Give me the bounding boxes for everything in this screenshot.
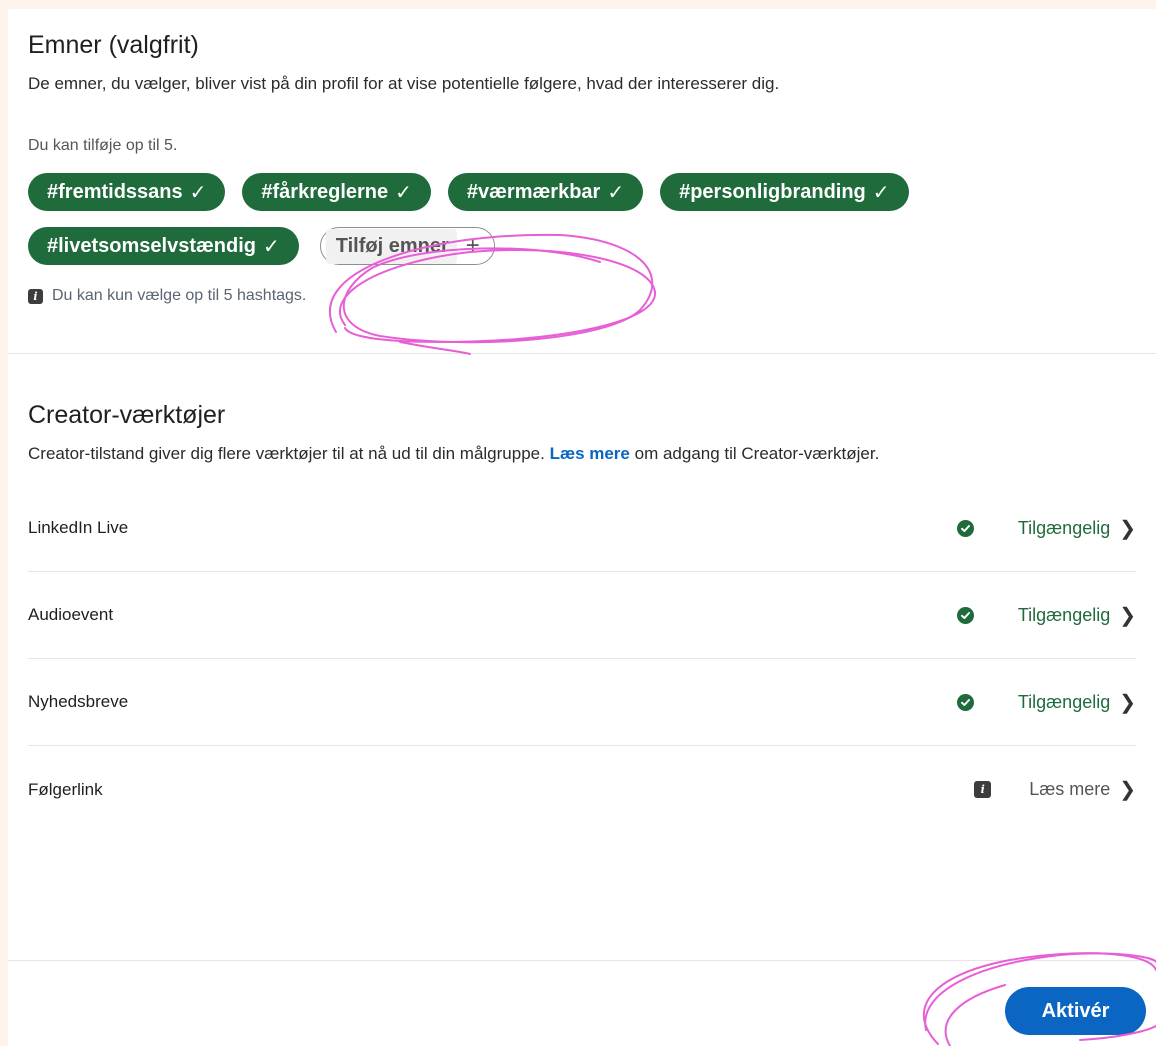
learn-more-link[interactable]: Læs mere <box>550 444 630 463</box>
checkmark-icon: ✓ <box>395 181 412 204</box>
topics-description: De emner, du vælger, bliver vist på din … <box>28 74 780 93</box>
hashtag-chip-label: #værmærkbar <box>466 180 601 203</box>
tool-name: Nyhedsbreve <box>28 692 129 711</box>
hashtag-chip-farkreglerne[interactable]: #fårkreglerne ✓ <box>242 173 431 211</box>
hashtag-chip-fremtidssans[interactable]: #fremtidssans ✓ <box>28 173 226 211</box>
creator-tools-description: Creator-tilstand giver dig flere værktøj… <box>28 441 1128 467</box>
tool-row-folgerlink[interactable]: Følgerlink i Læs mere ❯ <box>28 746 1136 833</box>
tool-status: Tilgængelig ❯ <box>956 603 1136 628</box>
hashtag-chip-label: #personligbranding <box>679 180 866 203</box>
hashtag-chip-vaermaerkbar[interactable]: #værmærkbar ✓ <box>447 173 644 211</box>
chevron-right-icon: ❯ <box>1119 517 1136 540</box>
hashtag-chip-label: #livetsomselvstændig <box>47 234 256 257</box>
tool-status-text: Tilgængelig <box>1017 517 1111 538</box>
hashtag-chip-personligbranding[interactable]: #personligbranding ✓ <box>660 173 909 211</box>
tool-status-text: Tilgængelig <box>1017 691 1111 712</box>
hashtag-chip-list: #fremtidssans ✓ #fårkreglerne ✓ #værmærk… <box>28 173 1138 265</box>
section-divider <box>8 353 1156 354</box>
tool-name: LinkedIn Live <box>28 518 129 537</box>
tool-name: Følgerlink <box>28 779 103 799</box>
hashtag-limit-note: i Du kan kun vælge op til 5 hashtags. <box>28 287 1136 305</box>
check-circle-icon <box>956 693 974 711</box>
info-icon: i <box>974 781 992 798</box>
tool-row-nyhedsbreve[interactable]: Nyhedsbreve Tilgængelig ❯ <box>28 659 1136 746</box>
tool-status: i Læs mere ❯ <box>974 777 1136 802</box>
footer-divider <box>8 960 1156 961</box>
creator-tools-section: Creator-værktøjer Creator-tilstand giver… <box>8 400 1156 833</box>
creator-description-text: Creator-tilstand giver dig flere værktøj… <box>28 444 550 463</box>
hashtag-chip-label: #fårkreglerne <box>261 180 389 203</box>
creator-tools-title: Creator-værktøjer <box>28 401 226 429</box>
tool-row-linkedin-live[interactable]: LinkedIn Live Tilgængelig ❯ <box>28 485 1136 572</box>
creator-tools-list: LinkedIn Live Tilgængelig ❯ Audioevent T… <box>28 485 1136 833</box>
topics-title: Emner (valgfrit) <box>28 31 199 59</box>
chevron-right-icon: ❯ <box>1119 604 1136 627</box>
checkmark-icon: ✓ <box>262 235 280 258</box>
check-circle-icon <box>956 519 974 537</box>
tool-row-audioevent[interactable]: Audioevent Tilgængelig ❯ <box>28 572 1136 659</box>
activate-button[interactable]: Aktivér <box>1005 987 1146 1035</box>
topics-settings-card: Emner (valgfrit) De emner, du vælger, bl… <box>8 9 1156 1046</box>
info-icon: i <box>28 288 43 304</box>
chevron-right-icon: ❯ <box>1119 779 1136 801</box>
hashtag-limit-note-text: Du kan kun vælge op til 5 hashtags. <box>52 287 307 304</box>
creator-description-text-end: om adgang til Creator-værktøjer. <box>629 444 880 463</box>
check-circle-icon <box>956 606 974 624</box>
checkmark-icon: ✓ <box>607 181 625 204</box>
checkmark-icon: ✓ <box>872 181 890 204</box>
hashtag-chip-livetsomselvstaendig[interactable]: #livetsomselvstændig ✓ <box>28 227 299 265</box>
hashtag-chip-label: #fremtidssans <box>47 180 183 203</box>
checkmark-icon: ✓ <box>189 181 207 204</box>
tool-status-text: Læs mere <box>1029 779 1111 799</box>
chevron-right-icon: ❯ <box>1119 691 1136 714</box>
add-topics-button[interactable]: Tilføj emner + <box>319 227 495 265</box>
topics-limit-hint: Du kan tilføje op til 5. <box>28 137 178 154</box>
plus-icon: + <box>465 232 480 259</box>
tool-status-text: Tilgængelig <box>1017 604 1111 625</box>
topics-section: Emner (valgfrit) De emner, du vælger, bl… <box>8 9 1156 305</box>
tool-status: Tilgængelig ❯ <box>956 690 1136 715</box>
tool-name: Audioevent <box>28 605 114 624</box>
add-topics-label: Tilføj emner <box>325 228 457 264</box>
tool-status: Tilgængelig ❯ <box>956 516 1136 541</box>
